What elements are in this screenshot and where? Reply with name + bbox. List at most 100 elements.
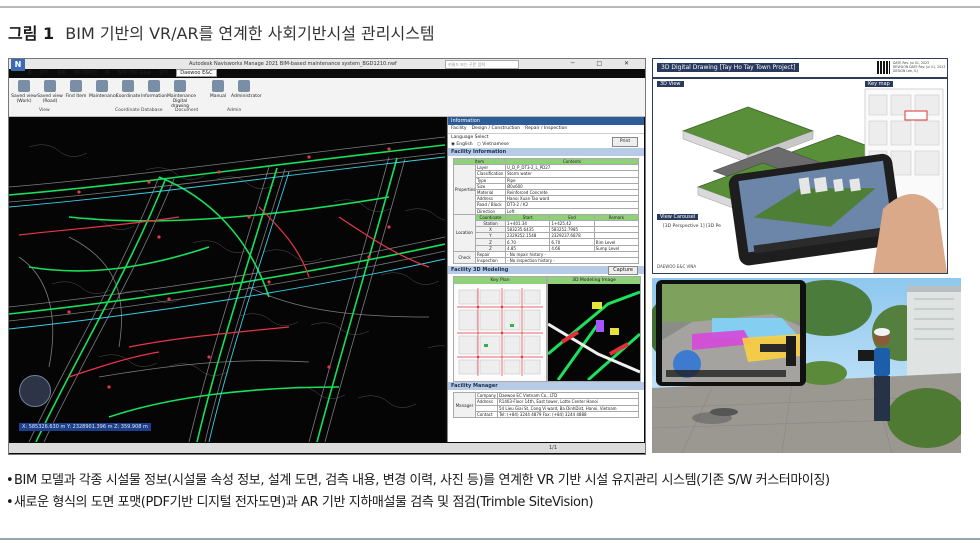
bullet-ar-inspection: 새로운 형식의 도면 포맷(PDF기반 디지털 전자도면)과 AR 기반 지하매… bbox=[6, 492, 830, 514]
table-cell: Tel: (+84) 3244 4879 Fax: (+84) 3244 488… bbox=[497, 410, 639, 418]
manager-table: Manager Company Daewoo EC Vietnam Co., LTD… bbox=[453, 392, 639, 418]
water-pipe-cyan bbox=[9, 156, 446, 208]
ribbon-button[interactable]: Manual bbox=[205, 80, 231, 99]
navigation-wheel-icon[interactable] bbox=[19, 375, 51, 407]
water-pipe-cyan bbox=[9, 258, 446, 330]
modeling-image-label: 3D Modeling Image bbox=[548, 277, 640, 285]
parcel-line bbox=[28, 144, 88, 157]
ribbon-button-label: Manual bbox=[209, 94, 227, 99]
ribbon-tab[interactable]: 뷰 bbox=[105, 70, 110, 76]
print-button[interactable]: Print bbox=[612, 137, 638, 147]
axis-icon bbox=[122, 80, 134, 92]
parcel-line bbox=[239, 313, 299, 326]
manhole-marker bbox=[327, 365, 331, 369]
manhole-marker bbox=[157, 235, 161, 239]
manhole-marker bbox=[207, 355, 211, 359]
app-search-input[interactable]: 키워드 또는 구문 입력 bbox=[445, 60, 519, 69]
storm-pipe-green bbox=[108, 386, 340, 418]
language-select: Language Select ◉ English ○ Vietnamese P… bbox=[448, 134, 644, 148]
search-icon bbox=[70, 80, 82, 92]
ribbon-button[interactable]: Information bbox=[141, 80, 167, 99]
ribbon-tab[interactable]: 홈 bbox=[27, 70, 32, 76]
ribbon-group-label: Database bbox=[141, 108, 163, 113]
ribbon-button[interactable]: Maintenance Digital drawing bbox=[167, 80, 196, 109]
table-cell: Location bbox=[453, 213, 476, 252]
bottom-rule bbox=[0, 538, 980, 540]
manhole-marker bbox=[307, 155, 311, 159]
ribbon-button-label: Find Item bbox=[65, 94, 87, 99]
table-cell: Company bbox=[475, 392, 498, 400]
manager-label: Manager bbox=[453, 392, 476, 418]
app-titlebar: Autodesk Navisworks Manage 2021 BIM-base… bbox=[9, 59, 645, 69]
road-outline bbox=[9, 152, 446, 203]
ribbon-button[interactable]: Maintenance bbox=[89, 80, 118, 99]
table-cell: Coordinate bbox=[474, 213, 507, 221]
perspective-thumbnails[interactable]: [3D Perspective 1] [3D Pe bbox=[663, 224, 721, 229]
ribbon-tab[interactable]: 검토 bbox=[57, 70, 66, 76]
digital-drawing-image: 3D Digital Drawing [Tay Ho Tay Town Proj… bbox=[652, 58, 948, 274]
ribbon-button-label: Saved view (Road) bbox=[37, 94, 63, 104]
3d-modeling-image bbox=[547, 284, 641, 382]
table-cell: - No inspection history - bbox=[505, 256, 639, 265]
ribbon-button[interactable]: Find Item bbox=[63, 80, 89, 99]
ribbon-group-label: Admin bbox=[227, 108, 242, 113]
camera-icon bbox=[18, 80, 30, 92]
figure-title: BIM 기반의 VR/AR를 연계한 사회기반시설 관리시스템 bbox=[65, 24, 435, 43]
table-row: Inspection - No inspection history - bbox=[454, 256, 639, 265]
info-panel-tabs: Facility Design / Construction Repair / In… bbox=[448, 125, 644, 134]
ribbon-button[interactable]: Administrator bbox=[231, 80, 262, 99]
parcel-line bbox=[357, 395, 417, 408]
road-outline bbox=[9, 136, 446, 188]
wrench-icon bbox=[96, 80, 108, 92]
app-logo-icon[interactable]: N bbox=[11, 59, 25, 71]
manhole-marker bbox=[267, 280, 271, 284]
radio-english-icon[interactable]: ◉ bbox=[451, 142, 455, 147]
ribbon-button-label: Information bbox=[141, 94, 168, 99]
manhole-marker bbox=[217, 170, 221, 174]
sewer-pipe-red bbox=[338, 216, 430, 268]
manhole-marker bbox=[387, 147, 391, 151]
ribbon-button-label: Saved view (Work) bbox=[11, 94, 37, 104]
capture-button[interactable]: Capture bbox=[608, 266, 638, 276]
ribbon-button-label: Maintenance Digital drawing bbox=[167, 94, 196, 109]
ribbon-button[interactable]: Saved view (Work) bbox=[11, 80, 37, 104]
road-outline bbox=[188, 166, 270, 443]
ribbon-button[interactable]: Coordinate bbox=[115, 80, 141, 99]
language-english[interactable]: English bbox=[456, 142, 472, 147]
3d-viewport[interactable]: X: 585326.630 m Y: 2328901.396 m Z: 359.… bbox=[9, 117, 487, 443]
ribbon-tab[interactable]: Daewoo E&C bbox=[176, 69, 217, 77]
facility-manager-heading: Facility Manager bbox=[448, 382, 644, 391]
pipe-network-render[interactable] bbox=[9, 117, 487, 443]
3d-modeling-image-box: 3D Modeling Image bbox=[547, 276, 641, 383]
info-tab[interactable]: Facility bbox=[451, 126, 467, 131]
ribbon: Saved view (Work) Saved view (Road) Find I… bbox=[9, 78, 645, 117]
parcel-line bbox=[404, 208, 464, 221]
ribbon-tab[interactable]: 렌더 bbox=[159, 70, 168, 76]
top-rule bbox=[0, 6, 980, 8]
road-outline bbox=[204, 168, 286, 443]
info-tab[interactable]: Repair / Inspection bbox=[525, 126, 567, 131]
manhole-marker bbox=[247, 215, 251, 219]
storm-pipe-green bbox=[316, 157, 398, 443]
info-tab[interactable]: Design / Construction bbox=[472, 126, 521, 131]
key-plan-box: Key Plan bbox=[453, 276, 547, 383]
ribbon-tab[interactable]: BIM 360 Glue bbox=[118, 70, 151, 76]
ribbon-tab[interactable]: 관리 bbox=[40, 70, 49, 76]
coordinate-readout: X: 585326.630 m Y: 2328901.396 m Z: 359.… bbox=[19, 423, 151, 431]
parcel-line bbox=[263, 249, 323, 262]
parcel-line bbox=[380, 272, 440, 285]
storm-pipe-green bbox=[68, 196, 390, 222]
navisworks-window: Autodesk Navisworks Manage 2021 BIM-base… bbox=[8, 58, 646, 455]
drawing-brand: DAEWOO E&C VINA bbox=[657, 264, 697, 269]
language-vietnamese[interactable]: Vietnamese bbox=[482, 142, 509, 147]
ribbon-button[interactable]: Saved view (Road) bbox=[37, 80, 63, 104]
radio-vietnamese-icon[interactable]: ○ bbox=[477, 142, 481, 147]
key-plan-label: Key Plan bbox=[454, 277, 546, 285]
facility-modeling-title: Facility 3D Modeling bbox=[451, 267, 509, 274]
status-bar: 1/1 bbox=[9, 443, 645, 453]
parcel-line bbox=[51, 281, 111, 294]
table-cell: Classification bbox=[474, 170, 507, 178]
manhole-marker bbox=[147, 180, 151, 184]
window-controls[interactable]: ─ □ ✕ bbox=[571, 60, 639, 67]
ribbon-tab[interactable]: 애니메이션 bbox=[74, 70, 97, 76]
